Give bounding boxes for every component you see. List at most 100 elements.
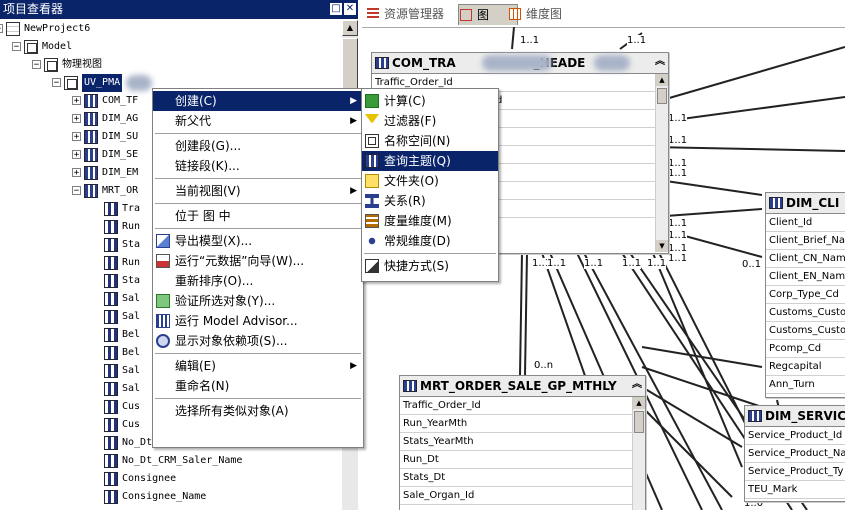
scroll-up-icon[interactable]: ▲ <box>342 20 358 36</box>
expand-icon[interactable]: + <box>72 114 81 124</box>
tree-item-label: Model <box>42 41 73 52</box>
mrt-order-sale-table[interactable]: MRT_ORDER_SALE_GP_MTHLY ︽ Traffic_Order_… <box>399 375 646 510</box>
menu-item[interactable]: 当前视图(V) ▶ <box>153 181 363 201</box>
menu-item[interactable]: 名称空间(N) <box>362 131 498 151</box>
menu-item[interactable]: 运行 Model Advisor... <box>153 311 363 331</box>
dim-client-table[interactable]: DIM_CLI Client_Id Client_Brief_Na Client_C… <box>765 192 845 398</box>
table-column-row[interactable]: Sale_Organ_Id <box>400 487 633 505</box>
tab-dimension-diagram[interactable]: 维度图 <box>508 4 562 24</box>
menu-item[interactable]: 链接段(K)... <box>153 156 363 176</box>
redacted-blur <box>594 55 630 71</box>
table-column-row[interactable]: Client_CN_Nam <box>766 250 845 268</box>
expand-icon[interactable]: + <box>72 168 81 178</box>
scroll-up-icon[interactable]: ▲ <box>633 397 645 409</box>
tab-explorer[interactable]: 资源管理器 <box>366 4 444 24</box>
minimize-icon[interactable]: □ <box>330 3 342 15</box>
cardinality-label: 1..1 <box>668 135 688 146</box>
dependency-icon <box>156 334 170 348</box>
query-subject-icon <box>84 166 98 180</box>
query-subject-icon <box>748 410 762 422</box>
menu-item-label: 过滤器(F) <box>384 114 437 128</box>
table-column-row[interactable]: Customs_Custo <box>766 304 845 322</box>
table-column-row[interactable]: Corp_Type_Cd <box>766 286 845 304</box>
table-column-row[interactable]: Pcomp_Cd <box>766 340 845 358</box>
cardinality-label: 1..1 <box>668 113 688 124</box>
menu-item[interactable]: 导出模型(X)... <box>153 231 363 251</box>
menu-item[interactable]: 度量维度(M) <box>362 211 498 231</box>
collapse-icon[interactable]: ︽ <box>655 57 665 67</box>
table-column-row[interactable]: TEU_Mark <box>745 481 845 499</box>
menu-item[interactable]: 重命名(N) <box>153 376 363 396</box>
folder-icon <box>365 174 379 188</box>
menu-item-label: 关系(R) <box>384 194 426 208</box>
table-column-row[interactable]: Ann_Turn <box>766 376 845 394</box>
menu-item[interactable]: 新父代 ▶ <box>153 111 363 131</box>
collapse-icon[interactable]: − <box>72 186 81 196</box>
menu-item-label: 重命名(N) <box>175 379 230 393</box>
table-column-row[interactable]: Client_EN_Nam <box>766 268 845 286</box>
namespace-icon <box>64 76 78 90</box>
scroll-thumb[interactable] <box>657 88 667 104</box>
menu-item[interactable]: 快捷方式(S) <box>362 256 498 276</box>
query-subject-icon <box>375 57 389 69</box>
table-column-row[interactable]: Traffic_Order_Id <box>400 397 633 415</box>
table-column-row[interactable]: Run_YearMth <box>400 415 633 433</box>
table-column-row[interactable]: Customs_Custo <box>766 322 845 340</box>
table-scrollbar[interactable]: ▲ ▼ <box>655 74 668 252</box>
menu-item[interactable]: 创建段(G)... <box>153 136 363 156</box>
collapse-icon[interactable]: − <box>32 60 41 70</box>
menu-item[interactable]: 常规维度(D) <box>362 231 498 251</box>
scroll-thumb[interactable] <box>634 411 644 433</box>
collapse-icon[interactable]: − <box>52 78 61 88</box>
table-column-row[interactable]: Run_Dt <box>400 451 633 469</box>
menu-item[interactable]: 验证所选对象(Y)... <box>153 291 363 311</box>
dim-service-table[interactable]: DIM_SERVIC Service_Product_Id Service_Pro… <box>744 405 845 502</box>
scroll-up-icon[interactable]: ▲ <box>656 74 668 86</box>
table-column-row[interactable]: Client_Id <box>766 214 845 232</box>
menu-separator <box>155 133 361 134</box>
table-scrollbar[interactable]: ▲ <box>632 397 645 510</box>
tree-item-label: DIM_AG <box>102 113 139 124</box>
table-column-row[interactable]: Regcapital <box>766 358 845 376</box>
menu-item[interactable]: 运行“元数据”向导(W)... <box>153 251 363 271</box>
table-column-row[interactable]: Client_Brief_Na <box>766 232 845 250</box>
menu-item[interactable]: 创建(C) ▶ <box>153 91 363 111</box>
table-column-row[interactable]: Service_Product_Ty <box>745 463 845 481</box>
menu-item[interactable]: 文件夹(O) <box>362 171 498 191</box>
expand-icon[interactable]: + <box>72 96 81 106</box>
menu-item[interactable]: 查询主题(Q) <box>362 151 498 171</box>
menu-item[interactable]: 位于 图 中 <box>153 206 363 226</box>
menu-item[interactable]: 计算(C) <box>362 91 498 111</box>
collapse-icon[interactable]: − <box>0 24 3 34</box>
scroll-down-icon[interactable]: ▼ <box>656 240 668 252</box>
table-column-row[interactable]: Stats_Dt <box>400 469 633 487</box>
collapse-icon[interactable]: − <box>12 42 21 52</box>
collapse-icon[interactable]: ︽ <box>632 380 642 390</box>
expand-icon[interactable]: + <box>72 132 81 142</box>
table-header[interactable]: DIM_SERVIC <box>745 406 845 427</box>
close-icon[interactable]: ✕ <box>344 3 356 15</box>
menu-item[interactable]: 显示对象依赖项(S)... <box>153 331 363 351</box>
menu-item[interactable]: 选择所有类似对象(A) <box>153 401 363 421</box>
menu-item[interactable]: 过滤器(F) <box>362 111 498 131</box>
table-column-row[interactable]: Service_Product_Id <box>745 427 845 445</box>
explorer-icon <box>367 8 379 20</box>
table-header[interactable]: DIM_CLI <box>766 193 845 214</box>
tree-item-label: Sal <box>122 365 141 376</box>
query-subject-icon <box>403 380 417 392</box>
menu-item[interactable]: 重新排序(O)... <box>153 271 363 291</box>
query-item-icon <box>104 310 118 324</box>
tree-item-label: No_Dt_CRM_Saler_Name <box>122 455 243 466</box>
submenu-arrow-icon: ▶ <box>350 116 357 126</box>
query-item-icon <box>104 220 118 234</box>
cardinality-label: 1..1 <box>668 253 688 264</box>
menu-separator <box>364 253 496 254</box>
tree-item-label: DIM_SE <box>102 149 139 160</box>
menu-item[interactable]: 关系(R) <box>362 191 498 211</box>
table-column-row[interactable]: Service_Product_Na <box>745 445 845 463</box>
expand-icon[interactable]: + <box>72 150 81 160</box>
menu-item[interactable]: 编辑(E) ▶ <box>153 356 363 376</box>
table-column-row[interactable]: Stats_YearMth <box>400 433 633 451</box>
table-header[interactable]: MRT_ORDER_SALE_GP_MTHLY ︽ <box>400 376 645 397</box>
explorer-title: 项目查看器 <box>3 2 64 16</box>
